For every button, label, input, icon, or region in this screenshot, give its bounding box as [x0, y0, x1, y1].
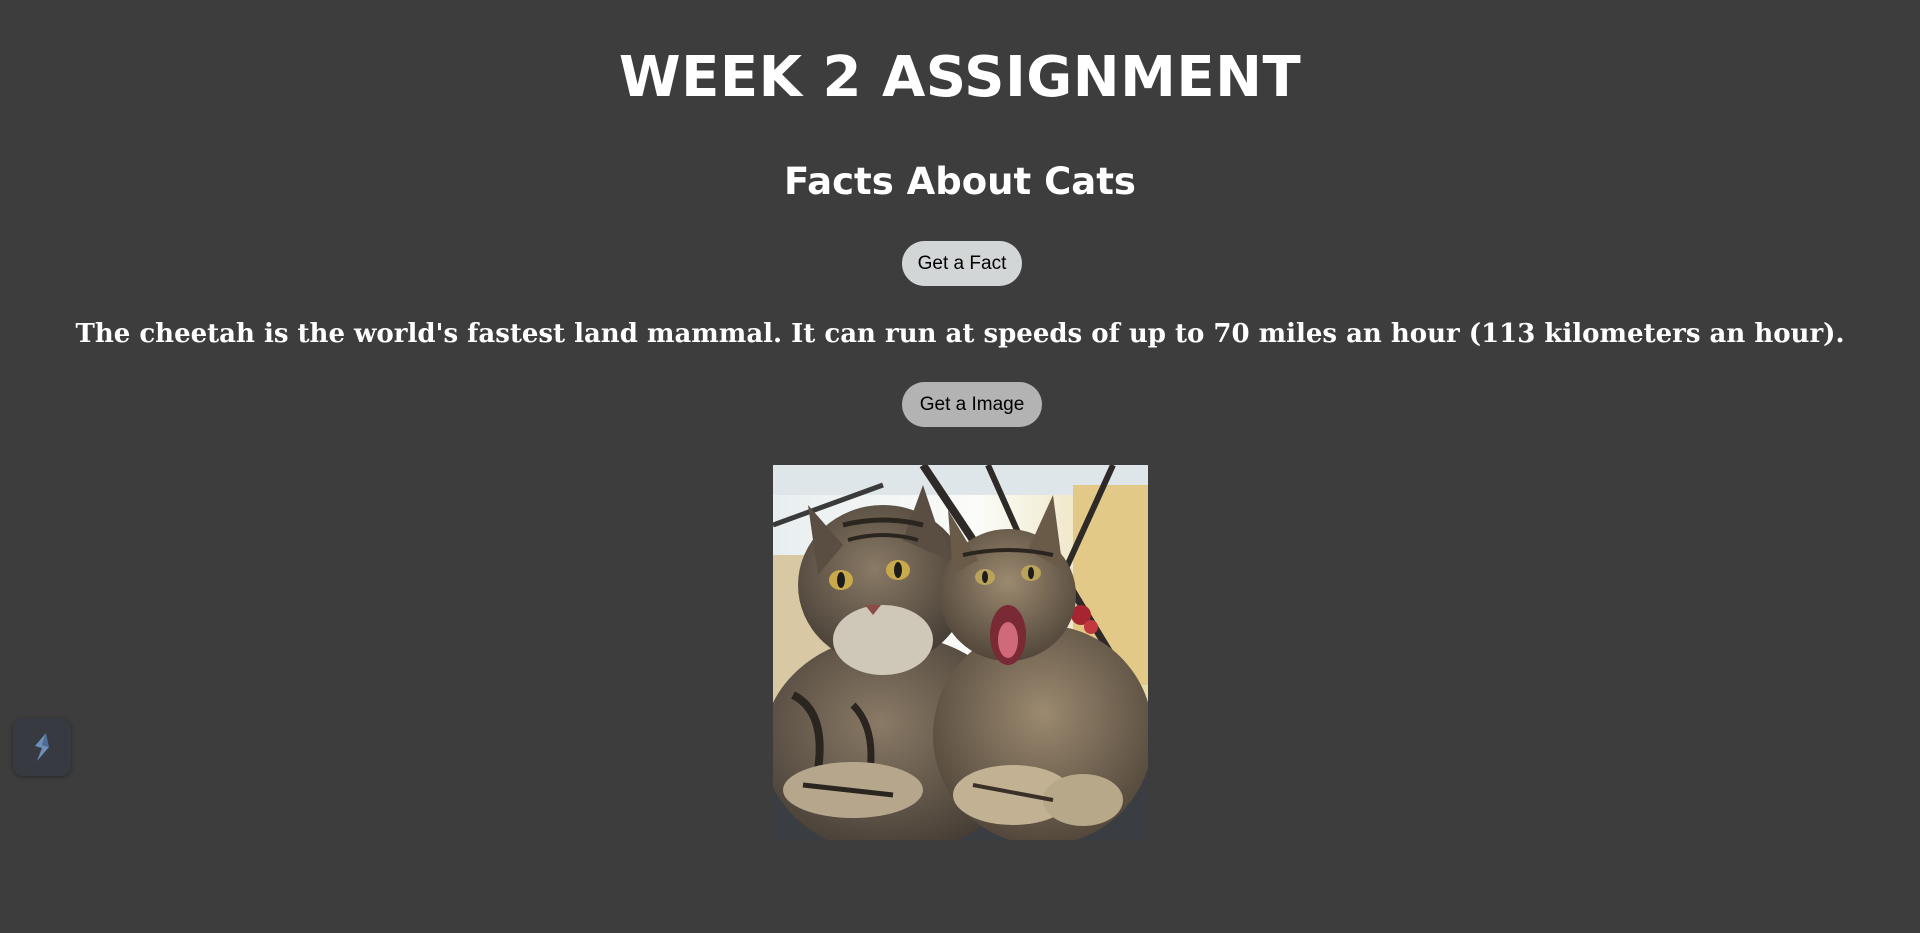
fact-text: The cheetah is the world's fastest land …: [75, 319, 1845, 349]
s-logo-icon: [35, 733, 49, 761]
get-image-button[interactable]: Get a Image: [902, 382, 1042, 427]
page-title: WEEK 2 ASSIGNMENT: [618, 45, 1302, 110]
get-fact-button[interactable]: Get a Fact: [902, 241, 1022, 286]
cat-image: [773, 465, 1148, 840]
floating-widget-button[interactable]: [13, 718, 71, 776]
page-subtitle: Facts About Cats: [784, 160, 1136, 203]
